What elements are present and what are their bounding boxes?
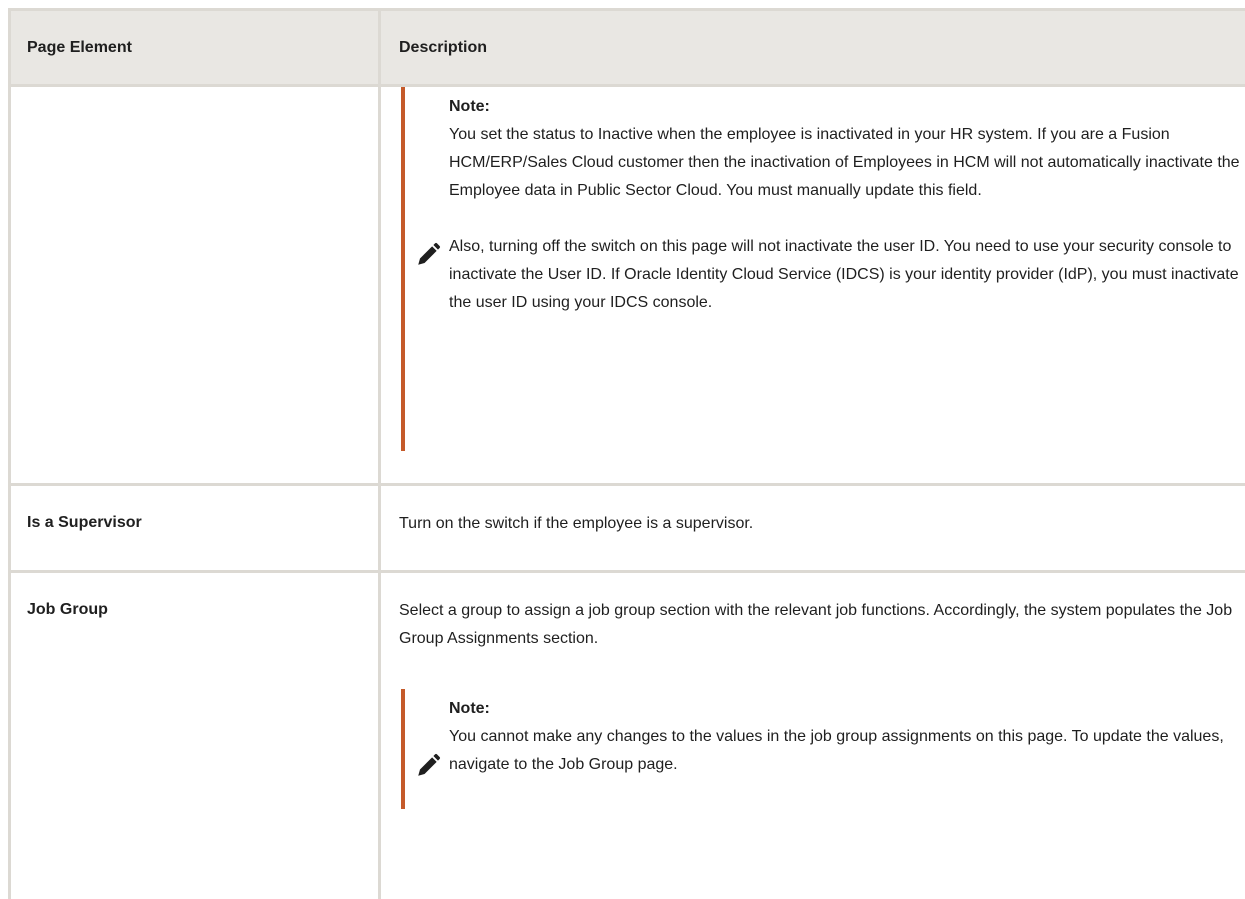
- note-title: Note:: [449, 98, 490, 115]
- note-paragraph: Also, turning off the switch on this pag…: [449, 238, 1239, 311]
- note-title: Note:: [449, 700, 490, 717]
- note-paragraph: You set the status to Inactive when the …: [449, 126, 1240, 199]
- reference-table: Page Element Description Note: You set t…: [8, 8, 1245, 899]
- row-description: Note: You set the status to Inactive whe…: [381, 87, 1245, 483]
- row-term: [11, 87, 381, 483]
- table-row: Is a Supervisor Turn on the switch if th…: [11, 486, 1245, 573]
- row-description: Turn on the switch if the employee is a …: [381, 486, 1245, 570]
- pencil-icon: [418, 242, 441, 265]
- row-term: Is a Supervisor: [11, 486, 381, 570]
- pencil-icon: [418, 753, 441, 776]
- header-description: Description: [381, 11, 1245, 84]
- row-description: Select a group to assign a job group sec…: [381, 573, 1245, 899]
- description-text: Select a group to assign a job group sec…: [399, 602, 1233, 647]
- note-paragraph: You cannot make any changes to the value…: [449, 728, 1224, 773]
- table-row: Job Group Select a group to assign a job…: [11, 573, 1245, 899]
- note-box: Note: You set the status to Inactive whe…: [401, 87, 1245, 451]
- table-row: Note: You set the status to Inactive whe…: [11, 87, 1245, 486]
- row-term: Job Group: [11, 573, 381, 899]
- header-page-element: Page Element: [11, 11, 381, 84]
- note-box: Note: You cannot make any changes to the…: [401, 689, 1245, 809]
- table-header-row: Page Element Description: [11, 11, 1245, 87]
